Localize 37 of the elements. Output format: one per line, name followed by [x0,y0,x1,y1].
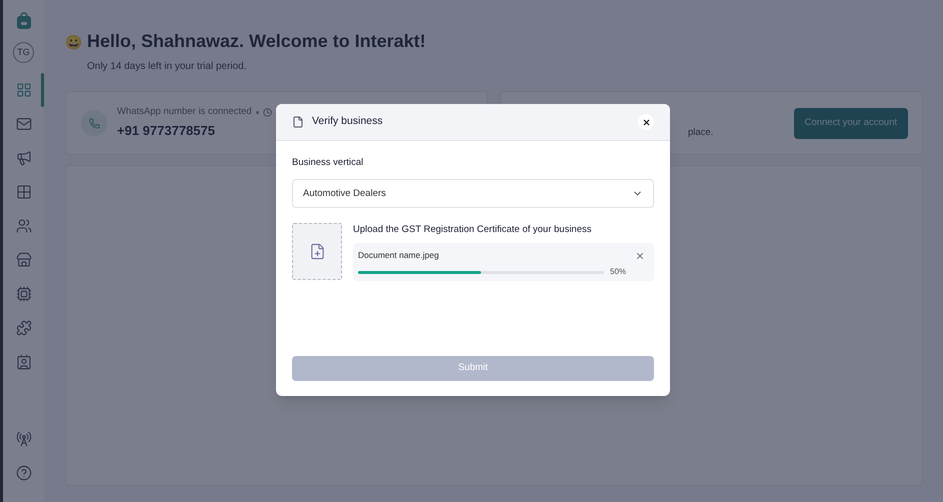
dialog-title: Verify business [312,114,383,130]
help-icon[interactable] [16,465,32,481]
business-vertical-select[interactable]: Automotive Dealers [292,179,654,208]
separator-dot-icon [256,110,259,114]
close-icon [642,118,650,126]
field-label: Business vertical [292,156,364,170]
store-icon[interactable] [16,252,32,268]
file-name: Document name.jpeg [358,248,440,262]
puzzle-icon[interactable] [16,320,32,336]
chip-icon[interactable] [16,286,32,302]
users-icon[interactable] [16,218,32,234]
welcome-title: Hello, Shahnawaz. Welcome to Interakt! [87,30,426,53]
mail-icon[interactable] [16,116,32,132]
dashboard-icon[interactable] [16,82,32,98]
upload-dropzone[interactable] [292,223,342,280]
file-plus-icon [308,243,326,260]
remove-file-button[interactable] [635,250,645,260]
close-button[interactable] [638,114,654,130]
trial-notice: Only 14 days left in your trial period. [87,60,248,74]
user-avatar[interactable]: TG [13,42,34,63]
connect-account-button[interactable]: Connect your account [794,108,908,138]
antenna-icon[interactable] [16,431,32,447]
upload-label: Upload the GST Registration Certificate of your business [353,223,592,238]
megaphone-icon[interactable] [16,150,32,166]
bag-logo-icon [16,12,30,29]
emoji-icon: 😀 [65,34,82,48]
phone-icon [81,110,107,136]
document-icon [292,116,304,128]
grid-icon[interactable] [16,184,32,200]
phone-number: +91 9773778575 [117,122,216,140]
active-indicator [41,73,44,107]
card-description: place. [688,126,714,140]
close-icon [635,250,645,260]
progress-percent: 50% [610,266,626,278]
clock-icon [262,108,272,117]
connection-status: WhatsApp number is connected [117,105,252,120]
contact-card-icon[interactable] [16,354,32,370]
